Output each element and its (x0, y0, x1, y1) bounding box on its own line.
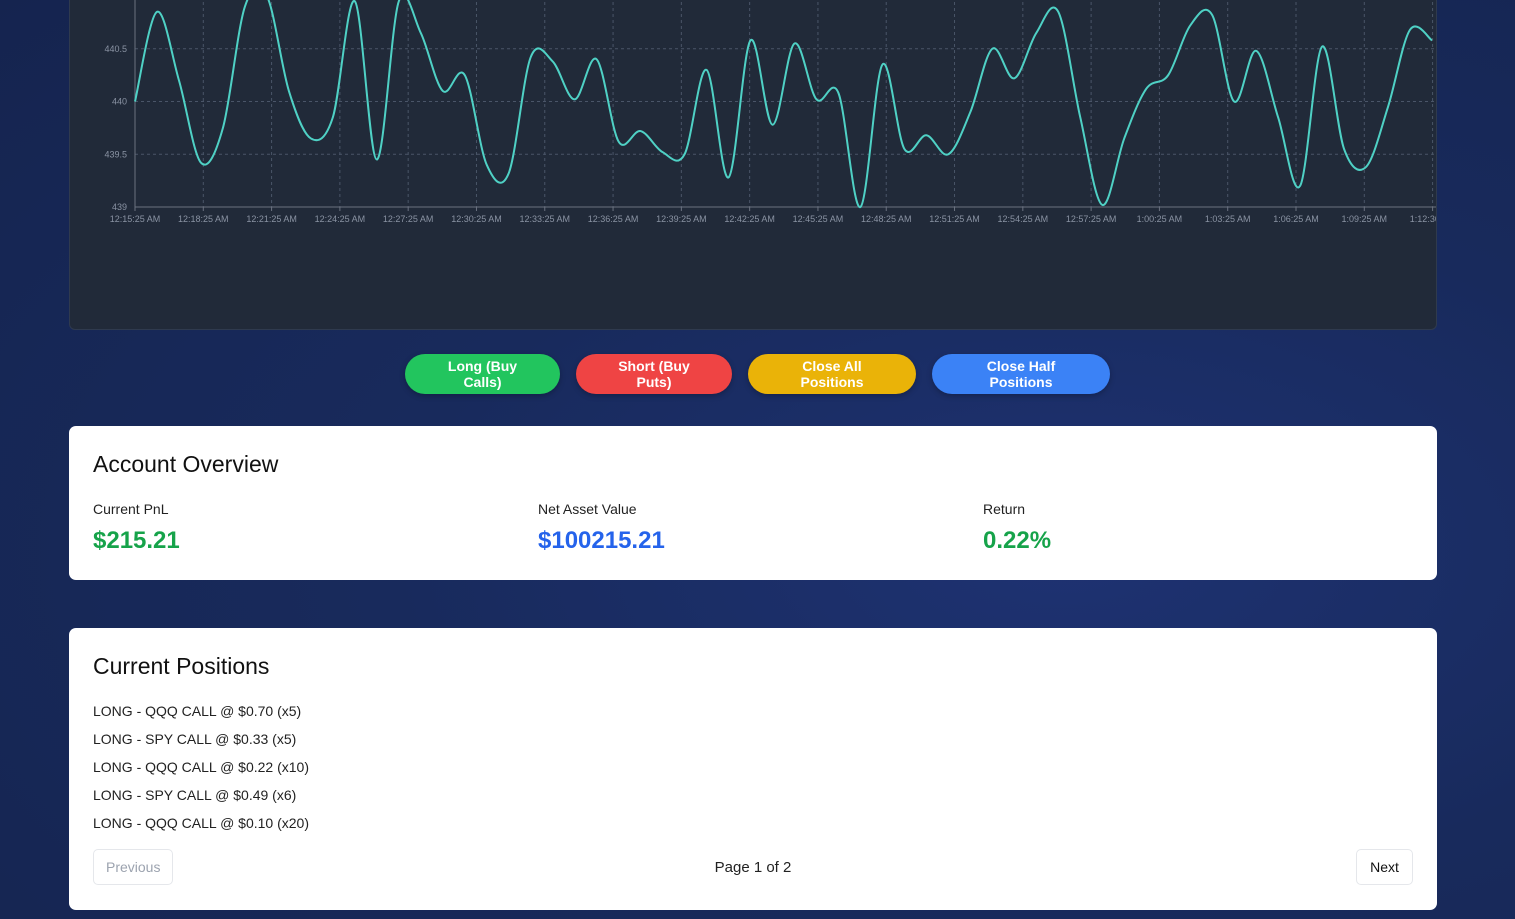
x-tick-label: 12:48:25 AM (861, 214, 912, 224)
long-button[interactable]: Long (Buy Calls) (405, 354, 560, 394)
nav-label: Net Asset Value (538, 501, 637, 517)
y-tick-label: 439.5 (104, 149, 127, 159)
x-tick-label: 12:51:25 AM (929, 214, 980, 224)
pnl-label: Current PnL (93, 501, 169, 517)
price-chart: 439 439.5 440 440.5 441 12:15:25 AM 12:18:25 A… (104, 0, 1436, 224)
return-label: Return (983, 501, 1026, 517)
position-item: LONG - SPY CALL @ $0.33 (x5) (93, 731, 297, 747)
x-tick-label: 12:54:25 AM (998, 214, 1049, 224)
return-metric: Return 0.22% (983, 501, 1051, 555)
page-indicator: Page 1 of 2 (714, 859, 792, 876)
x-tick-label: 12:42:25 AM (724, 214, 775, 224)
pnl-value: $215.21 (93, 527, 180, 554)
position-item: LONG - QQQ CALL @ $0.22 (x10) (93, 759, 309, 775)
account-overview-card: Account Overview Current PnL $215.21 Net… (69, 426, 1437, 580)
x-tick-label: 1:09:25 AM (1342, 214, 1388, 224)
nav-value: $100215.21 (538, 527, 665, 554)
action-buttons: Long (Buy Calls) Short (Buy Puts) Close … (0, 354, 1515, 394)
y-tick-label: 440.5 (104, 44, 127, 54)
x-tick-label: 12:27:25 AM (383, 214, 434, 224)
short-button[interactable]: Short (Buy Puts) (576, 354, 732, 394)
next-page-button[interactable]: Next (1356, 849, 1413, 885)
position-item: LONG - SPY CALL @ $0.49 (x6) (93, 787, 297, 803)
price-line (134, 0, 1433, 209)
y-tick-label: 439 (112, 202, 127, 212)
x-tick-label: 12:18:25 AM (178, 214, 229, 224)
close-half-button[interactable]: Close Half Positions (932, 354, 1110, 394)
nav-metric: Net Asset Value $100215.21 (538, 501, 665, 555)
position-item: LONG - QQQ CALL @ $0.70 (x5) (93, 703, 302, 719)
x-tick-label: 12:45:25 AM (793, 214, 844, 224)
x-tick-label: 12:39:25 AM (656, 214, 707, 224)
x-tick-label: 1:06:25 AM (1273, 214, 1319, 224)
current-positions-card: Current Positions LONG - QQQ CALL @ $0.7… (69, 628, 1437, 910)
return-value: 0.22% (983, 527, 1052, 554)
x-tick-label: 12:33:25 AM (519, 214, 570, 224)
x-tick-label: 12:36:25 AM (588, 214, 639, 224)
y-tick-label: 441 (112, 0, 127, 1)
close-all-button[interactable]: Close All Positions (748, 354, 916, 394)
account-overview-title: Account Overview (93, 451, 279, 477)
x-tick-label: 12:24:25 AM (315, 214, 366, 224)
x-tick-label: 12:30:25 AM (451, 214, 502, 224)
x-tick-label: 1:00:25 AM (1137, 214, 1183, 224)
price-chart-card: 439 439.5 440 440.5 441 12:15:25 AM 12:18:25 A… (69, 0, 1437, 330)
x-tick-label: 12:21:25 AM (246, 214, 297, 224)
positions-list: LONG - QQQ CALL @ $0.70 (x5) LONG - SPY … (93, 703, 309, 843)
y-tick-label: 440 (112, 97, 127, 107)
x-tick-label: 12:57:25 AM (1066, 214, 1117, 224)
x-tick-label: 12:15:25 AM (110, 214, 161, 224)
x-tick-label: 1:12:30 AM (1410, 214, 1436, 224)
pnl-metric: Current PnL $215.21 (93, 501, 180, 555)
x-tick-label: 1:03:25 AM (1205, 214, 1251, 224)
current-positions-title: Current Positions (93, 653, 270, 679)
position-item: LONG - QQQ CALL @ $0.10 (x20) (93, 815, 309, 831)
